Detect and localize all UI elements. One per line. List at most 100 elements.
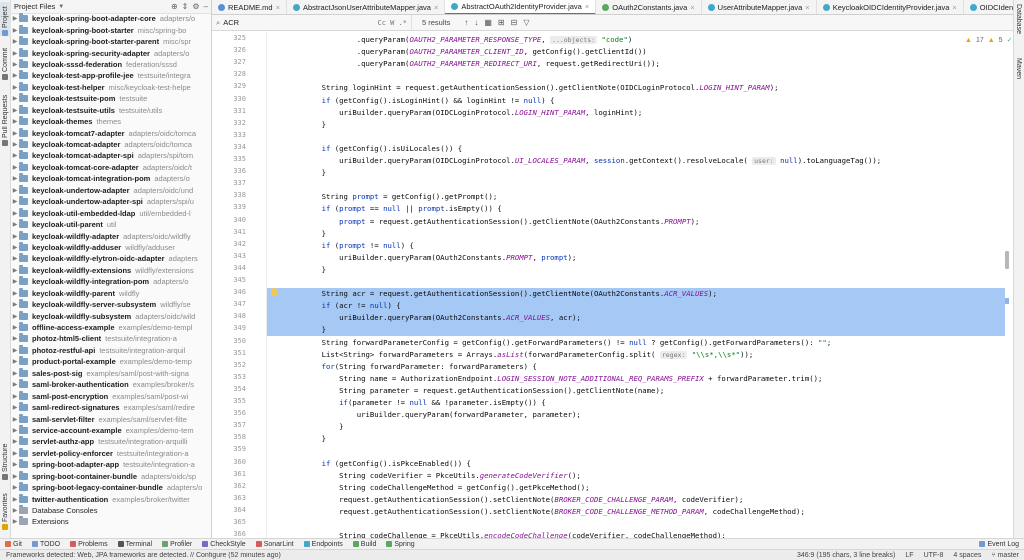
- code-line[interactable]: [267, 70, 1005, 82]
- project-tree-item[interactable]: ▶ keycloak-tomcat-integration-pom adapters…: [11, 173, 211, 184]
- project-tree-item[interactable]: ▶ keycloak-tomcat-adapter-spi adapters/spi…: [11, 150, 211, 161]
- code-line[interactable]: for(String forwardParameter: forwardPara…: [267, 361, 1005, 373]
- indent-setting[interactable]: 4 spaces: [948, 552, 986, 559]
- project-tree-item[interactable]: ▶ keycloak-wildfly-adduser wildfly/adduser: [11, 241, 211, 253]
- code-line[interactable]: if (getConfig().isUiLocales()) {: [267, 143, 1005, 155]
- editor-tab[interactable]: AbstractOAuth2IdentityProvider.java ×: [445, 0, 597, 14]
- project-tree-item[interactable]: ▶ keycloak-spring-boot-starter misc/spring…: [11, 24, 211, 35]
- code-line[interactable]: String prompt = getConfig().getPrompt();: [267, 191, 1005, 203]
- chevron-right-icon[interactable]: ▶: [11, 187, 19, 194]
- code-line[interactable]: [267, 276, 1005, 288]
- gear-icon[interactable]: ⚙: [192, 2, 199, 11]
- bottom-tool-tab[interactable]: TODO: [27, 541, 65, 548]
- code-line[interactable]: uriBuilder.queryParam(forwardParameter, …: [267, 409, 1005, 421]
- chevron-right-icon[interactable]: ▶: [11, 290, 19, 297]
- project-tree-item[interactable]: ▶ keycloak-testsuite-pom testsuite: [11, 93, 211, 104]
- code-line[interactable]: prompt = request.getAuthenticationSessio…: [267, 216, 1005, 228]
- chevron-right-icon[interactable]: ▶: [11, 313, 19, 320]
- project-tree-item[interactable]: ▶ sales-post-sig examples/saml/post-with-s…: [11, 367, 211, 379]
- project-tree-item[interactable]: ▶ keycloak-spring-security-adapter adapter…: [11, 47, 211, 58]
- chevron-right-icon[interactable]: ▶: [11, 198, 19, 205]
- bottom-tool-tab[interactable]: Problems: [65, 541, 113, 548]
- project-tree-item[interactable]: ▶ product-portal-example examples/demo-tem…: [11, 356, 211, 367]
- code-line[interactable]: if(parameter != null && !parameter.isEmp…: [267, 397, 1005, 409]
- filter-icon[interactable]: ▽: [523, 18, 529, 27]
- chevron-right-icon[interactable]: ▶: [11, 72, 19, 79]
- project-tree-item[interactable]: ▶ servlet-policy-enforcer testsuite/integr…: [11, 447, 211, 459]
- code-line[interactable]: if (getConfig().isLoginHint() && loginHi…: [267, 95, 1005, 107]
- close-icon[interactable]: ×: [690, 3, 694, 12]
- structure-tool-tab[interactable]: Structure: [0, 440, 11, 480]
- code-line[interactable]: if (acr != null) {: [267, 300, 1005, 313]
- chevron-right-icon[interactable]: ▶: [11, 438, 19, 445]
- chevron-right-icon[interactable]: ▶: [11, 381, 19, 388]
- project-tree-item[interactable]: ▶ service-account-example examples/demo-te…: [11, 424, 211, 436]
- code-line[interactable]: if (prompt == null || prompt.isEmpty()) …: [267, 203, 1005, 215]
- chevron-right-icon[interactable]: ▶: [11, 324, 19, 331]
- chevron-right-icon[interactable]: ▶: [11, 130, 19, 137]
- code-line[interactable]: request.getAuthenticationSession().setCl…: [267, 494, 1005, 506]
- code-line[interactable]: [267, 179, 1005, 191]
- chevron-right-icon[interactable]: ▶: [11, 255, 19, 262]
- chevron-right-icon[interactable]: ▶: [11, 278, 19, 285]
- project-tree-item[interactable]: ▶ photoz-html5-client testsuite/integratio…: [11, 333, 211, 344]
- project-tree-item[interactable]: ▶ keycloak-undertow-adapter-spi adapters/s…: [11, 196, 211, 207]
- project-tree-item[interactable]: ▶ servlet-authz-app testsuite/integration-…: [11, 436, 211, 447]
- maven-tool-tab[interactable]: Maven: [1013, 58, 1024, 88]
- close-icon[interactable]: ×: [585, 2, 589, 11]
- project-tree-item[interactable]: ▶ keycloak-spring-boot-adapter-core adapte…: [11, 13, 211, 24]
- project-tree-item[interactable]: ▶ twitter-authentication examples/broker/t…: [11, 493, 211, 504]
- editor-tab[interactable]: UserAttributeMapper.java ×: [702, 0, 817, 14]
- chevron-right-icon[interactable]: ▶: [11, 175, 19, 182]
- bottom-tool-tab[interactable]: CheckStyle: [197, 541, 250, 548]
- line-separator[interactable]: LF: [900, 552, 918, 559]
- project-tree-item[interactable]: ▶ keycloak-wildfly-extensions wildfly/exte…: [11, 264, 211, 276]
- code-line[interactable]: String parameter = request.getAuthentica…: [267, 385, 1005, 397]
- highlight-all-icon[interactable]: ▦: [484, 18, 492, 27]
- bottom-tool-tab[interactable]: SonarLint: [251, 541, 299, 548]
- project-tree-item[interactable]: ▶ saml-broker-authentication examples/brok…: [11, 379, 211, 390]
- git-branch[interactable]: ⑂ master: [986, 552, 1024, 559]
- code-line[interactable]: .queryParam(OAUTH2_PARAMETER_REDIRECT_UR…: [267, 58, 1005, 70]
- close-icon[interactable]: ×: [276, 3, 280, 12]
- project-tree-item[interactable]: ▶ spring-boot-adapter-app testsuite/integr…: [11, 459, 211, 470]
- code-line[interactable]: }: [267, 324, 1005, 337]
- chevron-right-icon[interactable]: ▶: [11, 141, 19, 148]
- project-tree-item[interactable]: ▶ keycloak-wildfly-elytron-oidc-adapter ad…: [11, 253, 211, 264]
- code-line[interactable]: String loginHint = request.getAuthentica…: [267, 82, 1005, 94]
- chevron-right-icon[interactable]: ▶: [11, 450, 19, 457]
- code-line[interactable]: uriBuilder.queryParam(OAuth2Constants.AC…: [267, 312, 1005, 325]
- code-line[interactable]: [267, 445, 1005, 457]
- project-tree-item[interactable]: ▶ keycloak-testsuite-utils testsuite/utils: [11, 104, 211, 116]
- project-tree-item[interactable]: ▶ keycloak-wildfly-adapter adapters/oidc/w…: [11, 230, 211, 241]
- chevron-right-icon[interactable]: ▶: [11, 95, 19, 102]
- chevron-right-icon[interactable]: ▶: [11, 404, 19, 411]
- project-tree-item[interactable]: ▶ keycloak-wildfly-subsystem adapters/oidc…: [11, 310, 211, 321]
- find-input[interactable]: ACR: [223, 18, 371, 27]
- hide-icon[interactable]: –: [204, 2, 208, 11]
- project-tree-item[interactable]: ▶ offline-access-example examples/demo-tem…: [11, 322, 211, 333]
- bottom-tool-tab[interactable]: Profiler: [157, 541, 197, 548]
- locate-icon[interactable]: ⊕: [171, 2, 178, 11]
- project-tree-item[interactable]: ▶ keycloak-wildfly-integration-pom adapter…: [11, 276, 211, 287]
- lightbulb-icon[interactable]: [271, 288, 277, 296]
- chevron-right-icon[interactable]: ▶: [11, 461, 19, 468]
- chevron-right-icon[interactable]: ▶: [11, 484, 19, 491]
- code-line[interactable]: String codeChallengeMethod = getConfig()…: [267, 482, 1005, 494]
- collapse-icon[interactable]: ⇕: [182, 2, 189, 11]
- editor-scrollbar-thumb[interactable]: [1005, 251, 1009, 269]
- select-all-icon[interactable]: ⊟: [511, 18, 518, 27]
- code-line[interactable]: }: [267, 264, 1005, 276]
- project-tree-item[interactable]: ▶ spring-boot-legacy-container-bundle adap…: [11, 482, 211, 493]
- bottom-tool-tab[interactable]: Terminal: [113, 541, 157, 548]
- project-tree-item[interactable]: ▶ keycloak-spring-boot-starter-parent misc…: [11, 36, 211, 47]
- previous-occurrence-icon[interactable]: ↑: [464, 18, 468, 27]
- project-tool-tab[interactable]: Project: [0, 2, 11, 36]
- code-line[interactable]: [267, 518, 1005, 530]
- code-line[interactable]: .queryParam(OAUTH2_PARAMETER_CLIENT_ID, …: [267, 46, 1005, 58]
- chevron-right-icon[interactable]: ▶: [11, 347, 19, 354]
- status-message[interactable]: Frameworks detected: Web, JPA frameworks…: [0, 552, 792, 559]
- project-tree-item[interactable]: ▶ keycloak-undertow-adapter adapters/oidc/…: [11, 184, 211, 196]
- project-tree-item[interactable]: ▶ photoz-restful-api testsuite/integration…: [11, 344, 211, 356]
- chevron-right-icon[interactable]: ▶: [11, 507, 19, 514]
